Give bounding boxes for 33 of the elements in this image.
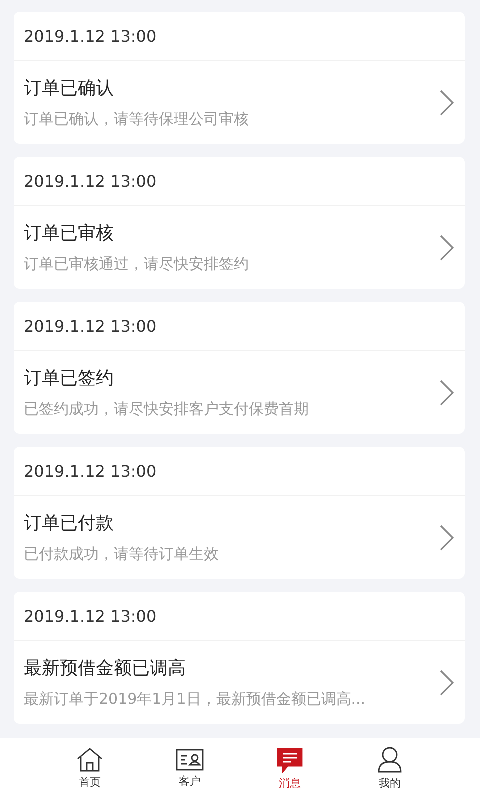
message-summary: 订单已审核通过，请尽快安排签约 <box>24 255 250 274</box>
tab-bar-item[interactable]: 消息 <box>250 738 330 800</box>
message-title: 订单已付款 <box>24 512 115 535</box>
person-icon <box>378 747 402 773</box>
message-card[interactable]: 2019.1.12 13:00 订单已确认 订单已确认，请等待保理公司审核 <box>14 12 465 144</box>
message-title: 最新预借金额已调高 <box>24 657 187 680</box>
message-time: 2019.1.12 13:00 <box>24 606 157 626</box>
message-card[interactable]: 2019.1.12 13:00 订单已付款 已付款成功，请等待订单生效 <box>14 447 465 579</box>
message-card[interactable]: 2019.1.12 13:00 最新预借金额已调高 最新订单于2019年1月1日，最新预借金额已调高... <box>14 592 465 724</box>
message-title: 订单已审核 <box>24 222 115 245</box>
chevron-right-icon <box>439 668 455 696</box>
contact-card-icon <box>176 749 204 771</box>
chevron-right-icon <box>439 234 455 262</box>
chat-bubble-icon <box>277 748 303 772</box>
home-icon <box>77 748 103 772</box>
message-title: 订单已确认 <box>24 77 115 100</box>
message-summary: 最新订单于2019年1月1日，最新预借金额已调高... <box>24 690 367 709</box>
message-summary: 已签约成功，请尽快安排客户支付保费首期 <box>24 400 310 419</box>
message-title: 订单已签约 <box>24 367 115 390</box>
message-time: 2019.1.12 13:00 <box>24 462 157 480</box>
message-card[interactable]: 2019.1.12 13:00 订单已签约 已签约成功，请尽快安排客户支付保费首期 <box>14 302 465 434</box>
message-summary: 订单已确认，请等待保理公司审核 <box>24 110 250 129</box>
message-time: 2019.1.12 13:00 <box>24 172 157 190</box>
message-summary: 已付款成功，请等待订单生效 <box>24 545 220 564</box>
message-card[interactable]: 2019.1.12 13:00 订单已审核 订单已审核通过，请尽快安排签约 <box>14 157 465 289</box>
chevron-right-icon <box>439 524 455 552</box>
chevron-right-icon <box>439 378 455 406</box>
tab-bar-item[interactable]: 客户 <box>150 738 230 800</box>
chevron-right-icon <box>439 88 455 116</box>
message-time: 2019.1.12 13:00 <box>24 316 157 336</box>
tab-bar-item[interactable]: 首页 <box>50 738 130 800</box>
tab-bar-item[interactable]: 我的 <box>350 738 430 800</box>
message-time: 2019.1.12 13:00 <box>24 26 157 46</box>
